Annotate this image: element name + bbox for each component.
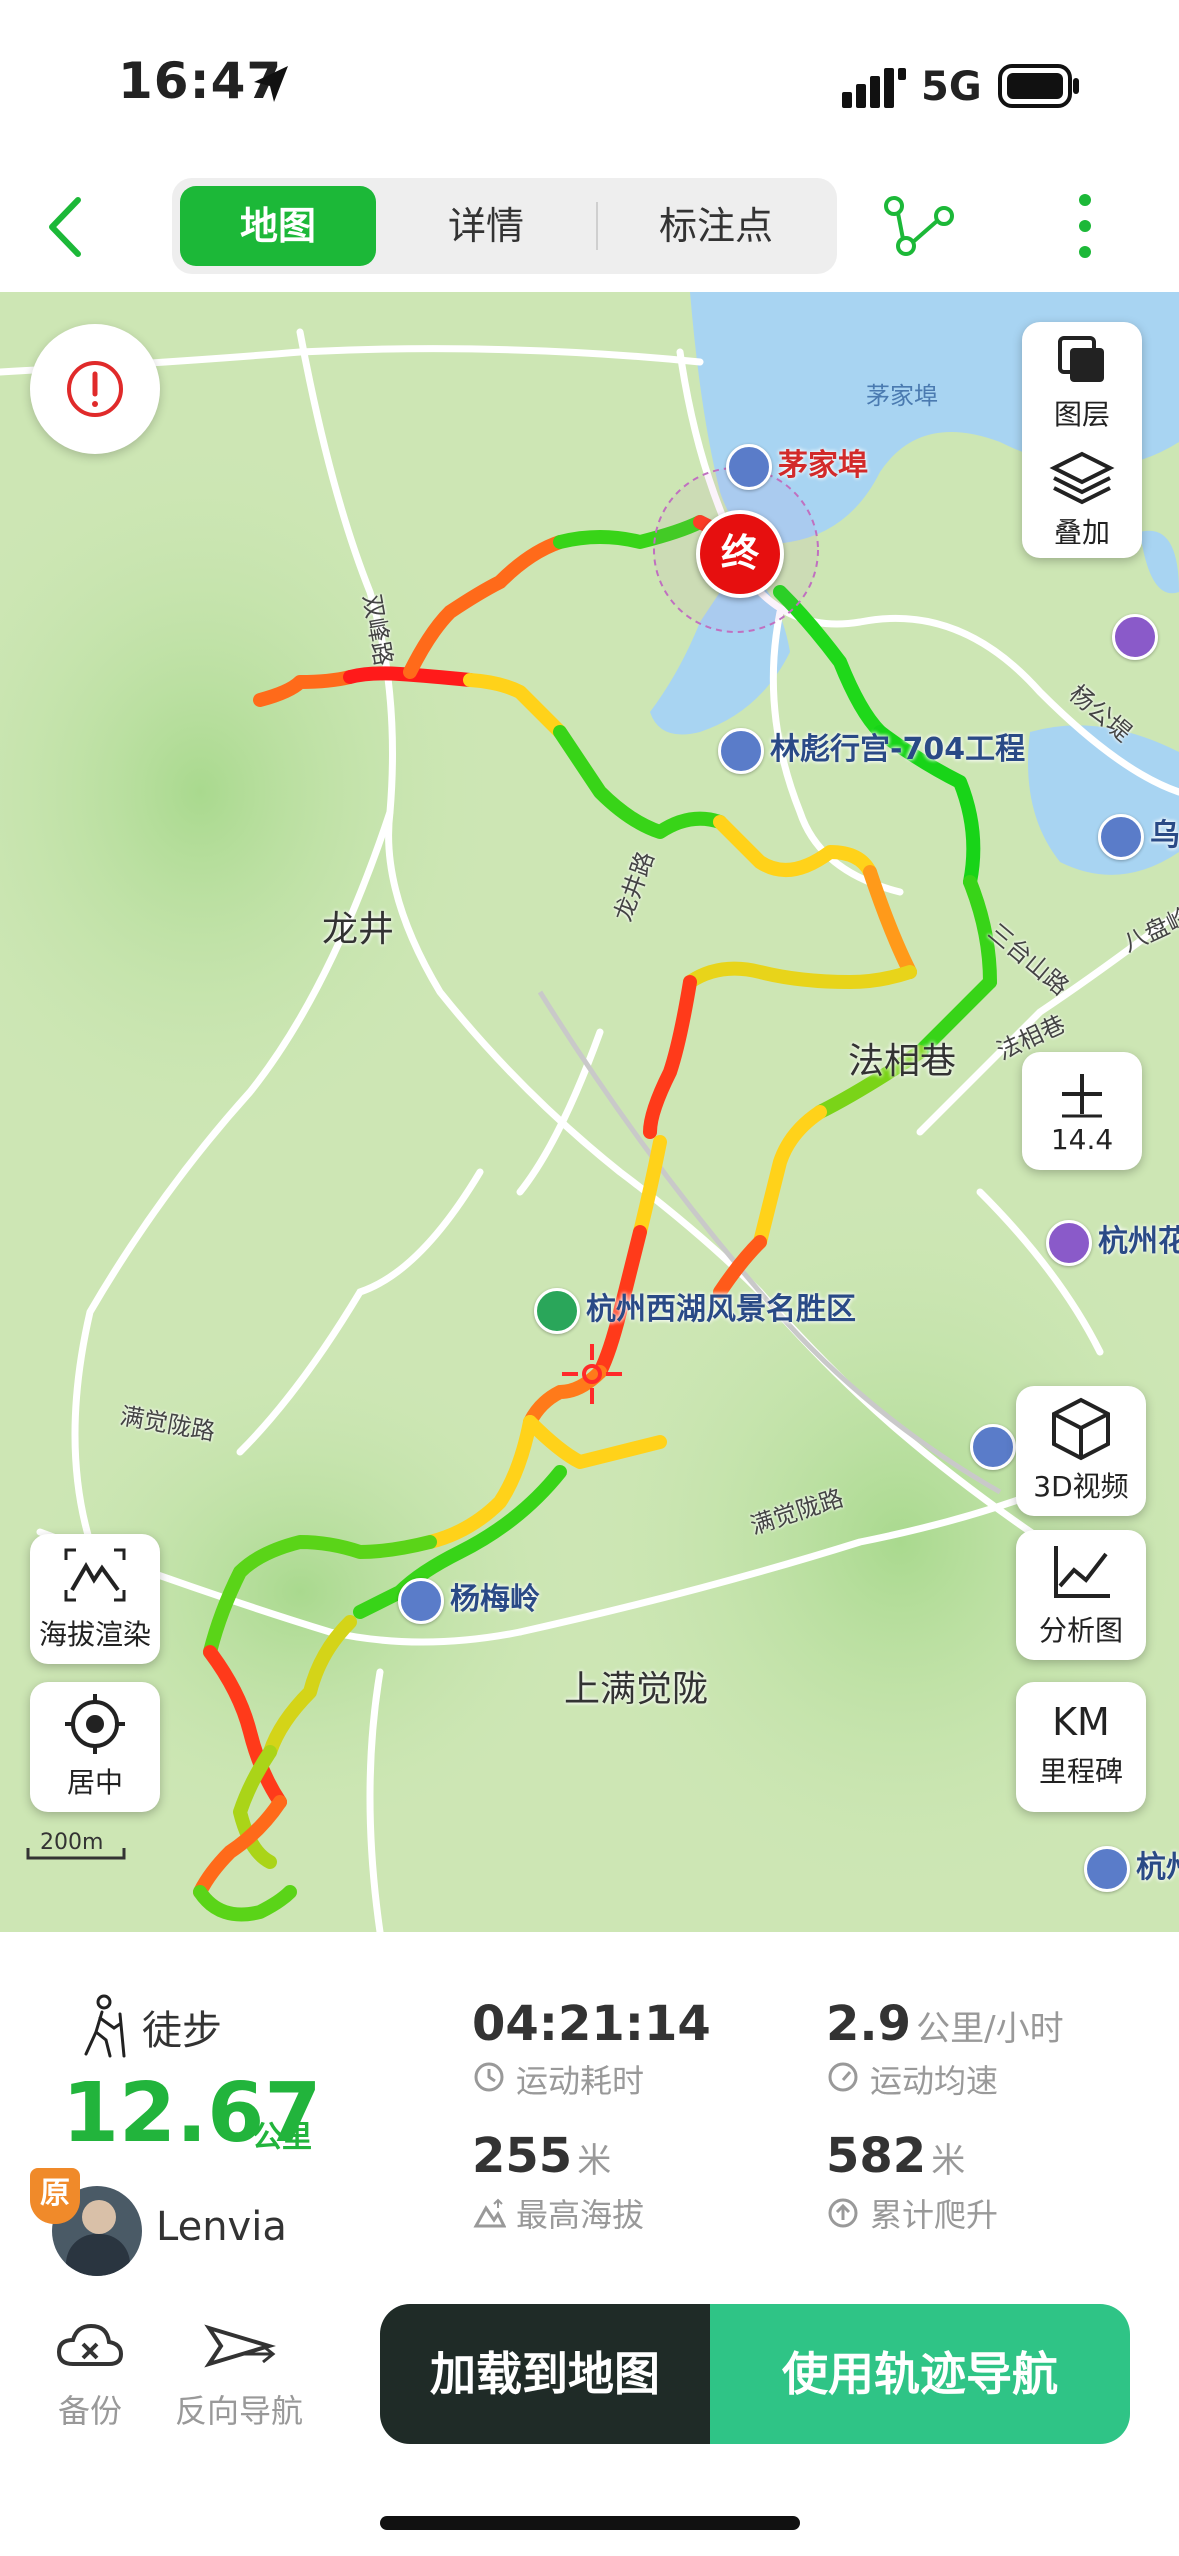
- mountain-icon: [64, 1548, 126, 1602]
- total-climb-label: 累计爬升: [870, 2196, 999, 2234]
- total-climb-unit: 米: [931, 2141, 966, 2181]
- poi-icon: [970, 1424, 1016, 1470]
- altitude-icon: [473, 2198, 506, 2228]
- backup-button[interactable]: 备份: [48, 2318, 132, 2432]
- layer-button[interactable]: 图层: [1022, 322, 1142, 440]
- warning-button[interactable]: [30, 324, 160, 454]
- speedometer-icon: [828, 2062, 858, 2092]
- reverse-arrow-icon: [204, 2324, 276, 2368]
- max-altitude-value: 255: [472, 2128, 573, 2184]
- milestone-button[interactable]: KM 里程碑: [1016, 1682, 1146, 1812]
- poi-hangzhou-hotel[interactable]: 杭州花: [1046, 1216, 1179, 1266]
- layer-panel: 图层 叠加: [1022, 322, 1142, 558]
- analysis-button[interactable]: 分析图: [1016, 1530, 1146, 1660]
- poi-icon: [398, 1577, 444, 1624]
- original-badge: 原: [30, 2168, 80, 2224]
- map-view[interactable]: 终 茅家埠 林彪行宫-704工程 杭州西湖风景名胜区 杨梅岭 杭州花 乌 杭州 …: [0, 292, 1179, 1932]
- climb-icon: [828, 2198, 858, 2228]
- reverse-nav-label: 反向导航: [174, 2392, 303, 2430]
- battery-icon: [998, 64, 1079, 108]
- poi-icon: [534, 1287, 580, 1334]
- duration-label: 运动耗时: [516, 2062, 645, 2100]
- scale-label: 200m: [40, 1830, 104, 1855]
- poi-mid-right[interactable]: [970, 1424, 1022, 1470]
- avg-speed-value: 2.9: [826, 1996, 912, 2052]
- location-arrow-icon: [254, 66, 288, 102]
- poi-icon: [718, 727, 764, 774]
- total-climb-value: 582: [826, 2128, 927, 2184]
- end-marker[interactable]: 终: [696, 510, 784, 598]
- area-faxiangxiang: 法相巷: [848, 1041, 957, 1082]
- distance-unit: 公里: [252, 2120, 312, 2155]
- area-shangmanjuelong: 上满觉陇: [564, 1669, 709, 1710]
- zoom-level: 14.4: [1050, 1123, 1114, 1156]
- user-name[interactable]: Lenvia: [156, 2204, 287, 2250]
- hotel-icon: [1112, 614, 1158, 660]
- avg-speed-label: 运动均速: [870, 2062, 999, 2100]
- tab-divider: [596, 202, 598, 250]
- poi-hangzhou-bottom[interactable]: 杭州: [1084, 1842, 1179, 1892]
- center-label: 居中: [66, 1766, 123, 1799]
- elevation-render-button[interactable]: 海拔渲染: [30, 1534, 160, 1664]
- poi-icon: [1084, 1845, 1130, 1892]
- duration-value: 04:21:14: [472, 1996, 711, 2052]
- plus-icon: [1062, 1074, 1102, 1118]
- tab-map[interactable]: 地图: [180, 186, 376, 266]
- avg-speed: 2.9 公里/小时: [826, 1996, 1064, 2052]
- alert-icon: [67, 361, 123, 417]
- backup-label: 备份: [57, 2392, 122, 2430]
- share-node-icon[interactable]: [884, 196, 954, 256]
- activity-type: 徒步: [142, 2008, 222, 2054]
- cloud-icon: [56, 2323, 124, 2366]
- tab-annotations[interactable]: 标注点: [602, 186, 830, 266]
- zoom-button[interactable]: 14.4: [1022, 1052, 1142, 1170]
- poi-maojiabu[interactable]: 茅家埠: [726, 440, 868, 490]
- hiking-icon: [84, 1994, 126, 2058]
- area-longjing: 龙井: [322, 909, 395, 950]
- 3d-video-label: 3D视频: [1033, 1470, 1129, 1503]
- layers-icon: [1058, 336, 1104, 382]
- network-type: 5G: [921, 64, 982, 110]
- km-icon: KM: [1052, 1700, 1110, 1744]
- max-altitude: 255 米: [472, 2128, 611, 2184]
- hotel-icon: [1046, 1219, 1092, 1266]
- clock-icon: [474, 2062, 504, 2092]
- load-to-map-button[interactable]: 加载到地图: [380, 2304, 710, 2444]
- milestone-label: 里程碑: [1038, 1755, 1123, 1788]
- total-climb: 582 米: [826, 2128, 965, 2184]
- poi-wu[interactable]: 乌: [1098, 810, 1179, 860]
- 3d-video-button[interactable]: 3D视频: [1016, 1386, 1146, 1516]
- signal-icon: [842, 68, 906, 108]
- more-icon[interactable]: [1070, 190, 1100, 262]
- overlay-button[interactable]: 叠加: [1022, 440, 1142, 558]
- segmented-tabs: 地图 详情 标注点: [172, 178, 837, 274]
- poi-icon: [1098, 813, 1144, 860]
- center-button[interactable]: 居中: [30, 1682, 160, 1812]
- water-maojiabu: 茅家埠: [866, 382, 938, 410]
- max-altitude-label: 最高海拔: [516, 2196, 645, 2234]
- avg-speed-unit: 公里/小时: [916, 2009, 1064, 2049]
- stack-icon: [1049, 451, 1115, 505]
- poi-yangmeiling[interactable]: 杨梅岭: [398, 1574, 540, 1624]
- poi-icon: [726, 443, 772, 490]
- back-chevron-icon[interactable]: [40, 192, 90, 262]
- chart-line-icon: [1054, 1546, 1110, 1598]
- poi-west-lake-scenic[interactable]: 杭州西湖风景名胜区: [534, 1284, 856, 1334]
- elevation-label: 海拔渲染: [38, 1618, 151, 1651]
- max-altitude-unit: 米: [577, 2141, 612, 2181]
- tab-details[interactable]: 详情: [386, 186, 586, 266]
- poi-linbiao-palace[interactable]: 林彪行宫-704工程: [718, 724, 1025, 774]
- poi-hotel-right[interactable]: [1112, 614, 1164, 660]
- track-navigation-button[interactable]: 使用轨迹导航: [710, 2304, 1130, 2444]
- home-indicator: [380, 2516, 800, 2530]
- overlay-label: 叠加: [1053, 516, 1110, 549]
- cube-icon: [1052, 1397, 1110, 1461]
- reverse-nav-button[interactable]: 反向导航: [164, 2318, 314, 2432]
- locate-icon: [65, 1694, 125, 1754]
- layer-label: 图层: [1053, 398, 1110, 431]
- analysis-label: 分析图: [1038, 1614, 1123, 1647]
